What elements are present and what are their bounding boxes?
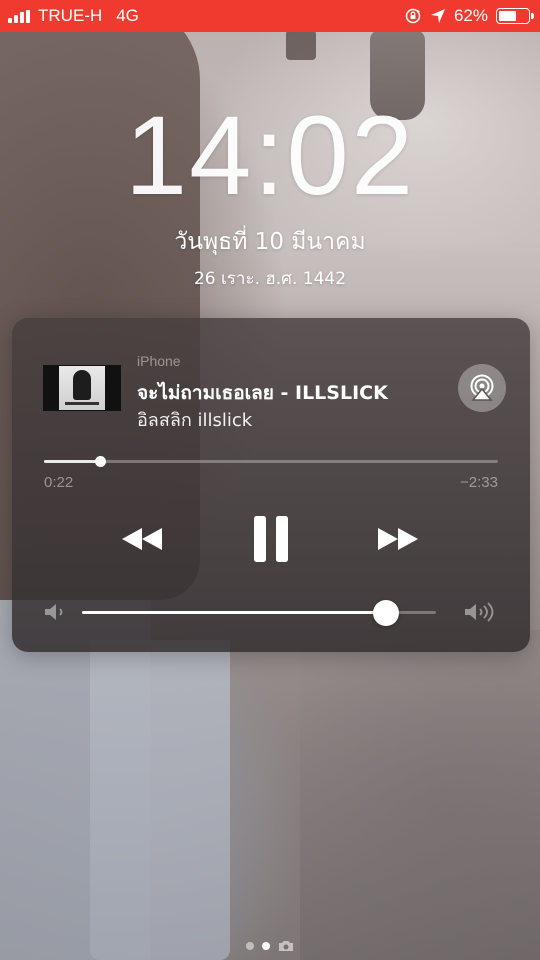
location-arrow-icon bbox=[430, 9, 445, 23]
song-artist[interactable]: อิลสลิก illslick bbox=[137, 405, 252, 434]
time-remaining: −2:33 bbox=[460, 474, 498, 491]
rewind-icon bbox=[122, 528, 162, 550]
fast-forward-icon bbox=[378, 528, 418, 550]
playback-scrubber[interactable] bbox=[44, 456, 498, 467]
album-artwork-image bbox=[59, 366, 105, 410]
signal-bars-icon bbox=[8, 9, 30, 23]
lock-screen-date: วันพุธที่ 10 มีนาคม bbox=[174, 229, 366, 255]
status-bar: TRUE-H 4G 62% bbox=[0, 0, 540, 32]
camera-icon[interactable] bbox=[278, 940, 294, 952]
time-elapsed: 0:22 bbox=[44, 474, 74, 491]
battery-level bbox=[499, 11, 517, 21]
volume-low-icon bbox=[45, 604, 63, 620]
orientation-lock-icon bbox=[405, 8, 421, 24]
volume-slider[interactable] bbox=[82, 600, 436, 626]
pause-icon bbox=[254, 516, 288, 562]
battery-percent: 62% bbox=[453, 6, 488, 25]
playback-scrubber-knob[interactable] bbox=[95, 456, 107, 467]
pause-button[interactable] bbox=[245, 512, 297, 566]
playback-progress-fill bbox=[44, 460, 101, 463]
playback-source: iPhone bbox=[137, 353, 181, 369]
now-playing-widget: iPhone จะไม่ถามเธอเลย - ILLSLICK อิลสลิก… bbox=[12, 318, 530, 652]
song-title[interactable]: จะไม่ถามเธอเลย - ILLSLICK bbox=[137, 378, 388, 408]
wallpaper-jeans-left bbox=[0, 600, 150, 960]
battery-icon bbox=[496, 8, 534, 24]
fast-forward-button[interactable] bbox=[372, 512, 424, 566]
carrier-name: TRUE-H bbox=[38, 6, 103, 25]
volume-slider-fill bbox=[82, 611, 387, 614]
rewind-button[interactable] bbox=[116, 512, 168, 566]
wallpaper-road-shadow bbox=[300, 630, 540, 960]
volume-slider-knob[interactable] bbox=[373, 600, 400, 626]
clock-time: 14:02 bbox=[124, 93, 416, 218]
playback-controls bbox=[12, 512, 530, 566]
airplay-button[interactable] bbox=[458, 364, 506, 412]
page-dot-active[interactable] bbox=[262, 942, 270, 950]
wallpaper-jeans-right bbox=[90, 640, 230, 960]
album-artwork[interactable] bbox=[43, 365, 121, 411]
page-dot[interactable] bbox=[246, 942, 254, 950]
network-type: 4G bbox=[116, 6, 139, 25]
airplay-icon bbox=[470, 374, 494, 401]
lock-screen-lunar-date: 26 เราะ. ฮ.ศ. 1442 bbox=[193, 269, 347, 289]
wallpaper-tree bbox=[286, 30, 316, 60]
page-indicator bbox=[0, 936, 540, 956]
lock-screen-clock: 14:02 bbox=[0, 100, 540, 212]
volume-high-icon bbox=[465, 602, 494, 622]
